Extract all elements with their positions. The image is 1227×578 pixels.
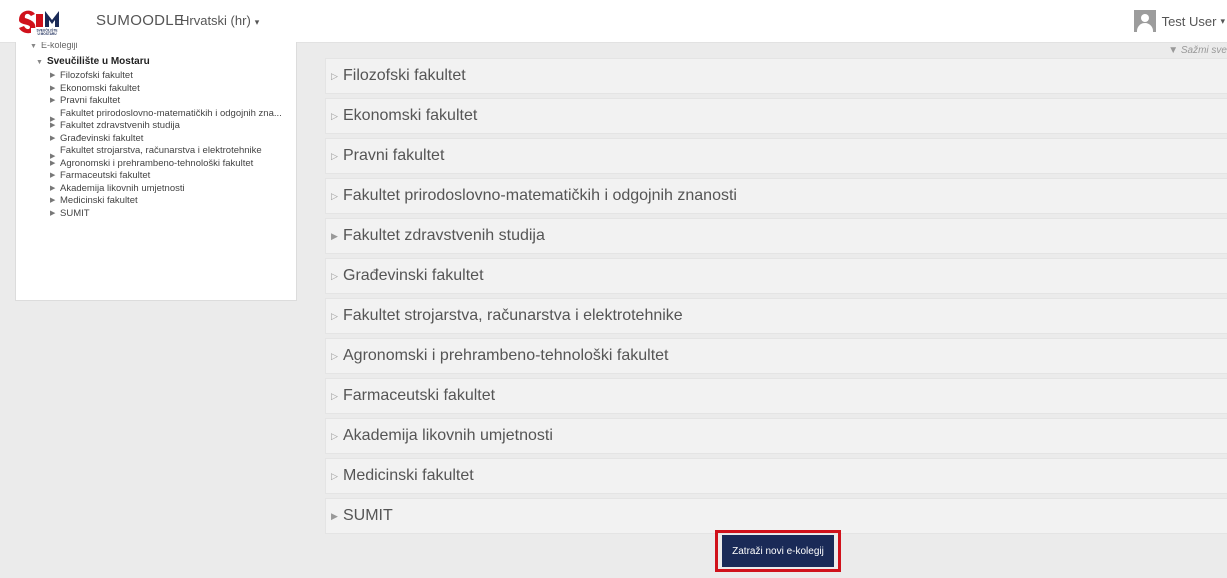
sidebar-category-list: ▶ Filozofski fakultet ▶ Ekonomski fakultet… <box>50 70 290 220</box>
sidebar-item-label: Ekonomski fakultet <box>60 82 140 94</box>
category-label: Akademija likovnih umjetnosti <box>343 427 553 444</box>
sidebar-item-prirodoslovno[interactable]: ▶ Fakultet prirodoslovno-matematičkih i o… <box>50 107 290 123</box>
triangle-right-icon: ▷ <box>331 350 338 361</box>
category-zdravstvenih[interactable]: ▶ Fakultet zdravstvenih studija <box>325 218 1227 254</box>
triangle-right-icon: ▶ <box>50 197 56 204</box>
sidebar-item-agronomski[interactable]: ▶ Agronomski i prehrambeno-tehnološki fak… <box>50 158 290 169</box>
triangle-down-icon: ▼ <box>1168 45 1181 56</box>
category-ekonomski[interactable]: ▷ Ekonomski fakultet <box>325 98 1227 134</box>
sidebar-item-label: Građevinski fakultet <box>60 132 144 144</box>
sidebar-root-label: E-kolegiji <box>40 42 78 50</box>
sidebar-item-label: SUMIT <box>60 207 90 219</box>
user-name: Test User <box>1161 13 1217 29</box>
category-label: Medicinski fakultet <box>343 467 474 484</box>
triangle-right-icon: ▷ <box>331 470 338 481</box>
category-akademija[interactable]: ▷ Akademija likovnih umjetnosti <box>325 418 1227 454</box>
sidebar-item-sumit[interactable]: ▶ SUMIT <box>50 208 290 219</box>
user-avatar-icon <box>1133 10 1156 32</box>
sidebar-item-label: Medicinski fakultet <box>60 195 138 206</box>
user-menu[interactable]: Test User ▾ <box>1133 8 1227 34</box>
collapse-all-label: Sažmi sve <box>1180 45 1227 56</box>
sidebar-root-node[interactable]: ▼ E-kolegiji <box>30 42 77 50</box>
category-sumit[interactable]: ▶ SUMIT <box>325 498 1227 534</box>
category-label: Agronomski i prehrambeno-tehnološki faku… <box>343 347 669 364</box>
triangle-right-icon: ▷ <box>331 190 338 201</box>
language-menu[interactable]: Hrvatski (hr) ▾ <box>180 13 259 28</box>
triangle-right-icon: ▷ <box>331 430 338 441</box>
sidebar-parent-label: Sveučilište u Mostaru <box>46 56 150 67</box>
triangle-right-icon: ▶ <box>331 510 338 521</box>
university-logo[interactable]: SVEUČILIŠTE U MOSTARU <box>17 6 75 36</box>
triangle-right-icon: ▷ <box>331 270 338 281</box>
triangle-right-icon: ▶ <box>50 72 56 79</box>
caret-down-icon: ▾ <box>254 17 260 27</box>
category-label: Farmaceutski fakultet <box>343 387 496 404</box>
triangle-down-icon: ▼ <box>36 59 43 66</box>
sidebar-item-label: Akademija likovnih umjetnosti <box>60 182 185 194</box>
triangle-right-icon: ▷ <box>331 70 338 81</box>
language-label: Hrvatski (hr) <box>180 13 251 28</box>
sidebar-item-filozofski[interactable]: ▶ Filozofski fakultet <box>50 70 290 81</box>
sidebar-item-label: Agronomski i prehrambeno-tehnološki faku… <box>60 157 254 169</box>
sidebar-item-label: Fakultet strojarstva, računarstva i elek… <box>60 145 262 156</box>
sidebar-item-label: Fakultet zdravstvenih studija <box>60 120 180 131</box>
sidebar-item-strojarstva[interactable]: ▶ Fakultet strojarstva, računarstva i ele… <box>50 145 290 160</box>
sidebar-item-label: Pravni fakultet <box>60 95 121 106</box>
svg-text:U MOSTARU: U MOSTARU <box>37 32 57 36</box>
highlight-box: Zatraži novi e-kolegij <box>715 530 841 572</box>
sidebar-item-farmaceutski[interactable]: ▶ Farmaceutski fakultet <box>50 170 290 181</box>
triangle-right-icon: ▶ <box>331 230 338 241</box>
sidebar-item-label: Filozofski fakultet <box>60 70 133 81</box>
category-label: Fakultet prirodoslovno-matematičkih i od… <box>343 187 737 204</box>
category-label: Građevinski fakultet <box>343 267 484 284</box>
sidebar-item-medicinski[interactable]: ▶ Medicinski fakultet <box>50 195 290 206</box>
triangle-right-icon: ▷ <box>331 310 338 321</box>
collapse-all-link[interactable]: ▼ Sažmi sve <box>1168 45 1227 56</box>
category-filozofski[interactable]: ▷ Filozofski fakultet <box>325 58 1227 94</box>
category-medicinski[interactable]: ▷ Medicinski fakultet <box>325 458 1227 494</box>
request-course-button[interactable]: Zatraži novi e-kolegij <box>722 535 834 567</box>
sidebar-item-label: Fakultet prirodoslovno-matematičkih i od… <box>60 107 282 119</box>
caret-down-icon: ▾ <box>1220 15 1225 26</box>
triangle-right-icon: ▶ <box>50 209 56 217</box>
triangle-right-icon: ▶ <box>50 184 56 192</box>
sidebar-item-zdravstvenih[interactable]: ▶ Fakultet zdravstvenih studija <box>50 120 290 131</box>
navigation-block: ▼ E-kolegiji ▼ Sveučilište u Mostaru ▶ Filo… <box>15 42 297 301</box>
category-farmaceutski[interactable]: ▷ Farmaceutski fakultet <box>325 378 1227 414</box>
triangle-down-icon: ▼ <box>30 43 37 50</box>
category-label: Fakultet strojarstva, računarstva i elek… <box>343 307 683 324</box>
triangle-right-icon: ▶ <box>50 84 56 92</box>
category-strojarstva[interactable]: ▷ Fakultet strojarstva, računarstva i ele… <box>325 298 1227 334</box>
triangle-right-icon: ▶ <box>50 97 56 104</box>
category-label: Pravni fakultet <box>343 147 445 164</box>
category-label: Filozofski fakultet <box>343 67 466 84</box>
category-gradjevinski[interactable]: ▷ Građevinski fakultet <box>325 258 1227 294</box>
triangle-right-icon: ▷ <box>331 150 338 161</box>
category-label: Ekonomski fakultet <box>343 107 478 124</box>
sidebar-item-ekonomski[interactable]: ▶ Ekonomski fakultet <box>50 83 290 94</box>
sidebar-parent-node[interactable]: ▼ Sveučilište u Mostaru <box>36 56 150 67</box>
site-name[interactable]: SUMOODLE <box>96 12 184 29</box>
triangle-right-icon: ▶ <box>50 134 56 142</box>
triangle-right-icon: ▷ <box>331 390 338 401</box>
triangle-right-icon: ▶ <box>50 172 56 179</box>
sidebar-item-akademija[interactable]: ▶ Akademija likovnih umjetnosti <box>50 183 290 194</box>
sidebar-item-label: Farmaceutski fakultet <box>60 170 151 181</box>
triangle-right-icon: ▷ <box>331 110 338 121</box>
triangle-right-icon: ▶ <box>50 159 56 167</box>
category-label: Fakultet zdravstvenih studija <box>343 227 545 244</box>
category-pravni[interactable]: ▷ Pravni fakultet <box>325 138 1227 174</box>
sidebar-item-pravni[interactable]: ▶ Pravni fakultet <box>50 95 290 106</box>
category-list: ▷ Filozofski fakultet ▷ Ekonomski fakultet… <box>325 58 1227 538</box>
sidebar-item-gradjevinski[interactable]: ▶ Građevinski fakultet <box>50 133 290 144</box>
category-prirodoslovno[interactable]: ▷ Fakultet prirodoslovno-matematičkih i o… <box>325 178 1227 214</box>
top-navbar: SVEUČILIŠTE U MOSTARU SUMOODLE Hrvatski … <box>0 0 1227 43</box>
category-agronomski[interactable]: ▷ Agronomski i prehrambeno-tehnološki fak… <box>325 338 1227 374</box>
category-label: SUMIT <box>343 507 393 524</box>
triangle-right-icon: ▶ <box>50 122 56 129</box>
